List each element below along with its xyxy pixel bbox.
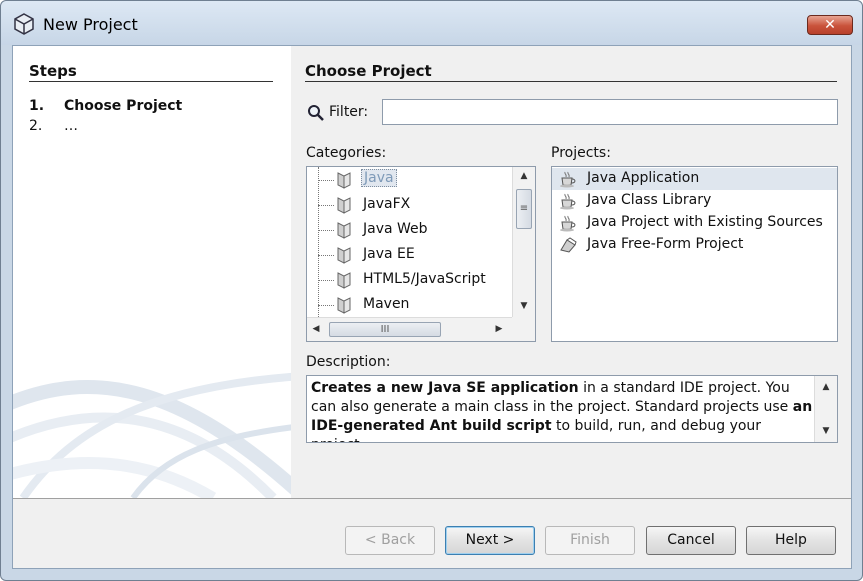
scroll-right-arrow-icon[interactable]: ▶	[490, 318, 508, 341]
section-title: Choose Project	[305, 62, 432, 80]
section-divider	[305, 81, 837, 82]
tree-branch	[318, 205, 334, 206]
filter-input[interactable]	[382, 99, 838, 125]
project-item-java-application[interactable]: Java Application	[552, 168, 837, 190]
decorative-swoosh-graphic	[13, 372, 291, 498]
category-label: Java Web	[363, 221, 428, 237]
title-bar[interactable]: New Project ✕	[1, 1, 862, 45]
category-label: HTML5/JavaScript	[363, 271, 486, 287]
category-label: JavaFX	[363, 196, 411, 212]
category-label: Maven	[363, 296, 410, 312]
folder-icon	[337, 172, 351, 189]
category-item-java-web[interactable]: Java Web	[307, 218, 512, 242]
horizontal-scroll-thumb[interactable]: III	[329, 322, 441, 337]
scroll-up-arrow-icon[interactable]: ▲	[815, 378, 837, 396]
step-number: 2.	[29, 118, 43, 134]
category-item-javafx[interactable]: JavaFX	[307, 193, 512, 217]
coffee-cup-icon	[560, 171, 576, 188]
categories-horizontal-scrollbar[interactable]: ◀ III ▶	[307, 317, 512, 341]
categories-label: Categories:	[306, 145, 387, 161]
step-label: …	[64, 118, 78, 134]
folder-icon	[337, 197, 351, 214]
project-item-java-project-existing-sources[interactable]: Java Project with Existing Sources	[552, 212, 837, 234]
steps-title: Steps	[29, 62, 77, 80]
category-item-java-ee[interactable]: Java EE	[307, 243, 512, 267]
project-label: Java Class Library	[587, 192, 712, 208]
description-box: Creates a new Java SE application in a s…	[306, 375, 838, 443]
folder-icon	[337, 272, 351, 289]
coffee-cup-icon	[560, 193, 576, 210]
description-label: Description:	[306, 354, 391, 370]
back-button[interactable]: < Back	[345, 526, 435, 555]
scroll-down-arrow-icon[interactable]: ▼	[513, 297, 535, 315]
category-label: Java EE	[363, 246, 415, 262]
category-label: Java	[361, 169, 397, 187]
category-item-maven[interactable]: Maven	[307, 293, 512, 317]
scroll-thumb[interactable]: ≡	[516, 189, 532, 229]
scroll-down-arrow-icon[interactable]: ▼	[815, 422, 837, 440]
step-label: Choose Project	[64, 98, 183, 114]
projects-label: Projects:	[551, 145, 611, 161]
scroll-up-arrow-icon[interactable]: ▲	[513, 167, 535, 185]
description-scrollbar[interactable]: ▲ ▼	[814, 376, 837, 442]
description-text: Creates a new Java SE application in a s…	[311, 379, 813, 442]
categories-vertical-scrollbar[interactable]: ▲ ≡ ▼	[512, 167, 535, 317]
steps-divider	[29, 81, 273, 82]
project-item-java-free-form-project[interactable]: Java Free-Form Project	[552, 234, 837, 256]
close-icon: ✕	[824, 17, 836, 33]
help-button[interactable]: Help	[746, 526, 836, 555]
next-button[interactable]: Next >	[445, 526, 535, 555]
project-item-java-class-library[interactable]: Java Class Library	[552, 190, 837, 212]
tree-branch	[318, 305, 334, 306]
coffee-cup-icon	[560, 215, 576, 232]
cancel-button[interactable]: Cancel	[646, 526, 736, 555]
scrollbar-corner	[512, 317, 535, 341]
projects-list[interactable]: Java Application Java Class Library Java…	[551, 166, 838, 342]
finish-button[interactable]: Finish	[545, 526, 635, 555]
folder-icon	[337, 222, 351, 239]
close-button[interactable]: ✕	[807, 15, 853, 35]
dialog-content: Steps 1. Choose Project 2. … Choose Projec…	[12, 45, 852, 569]
description-bold-part: Creates a new Java SE application	[311, 380, 579, 396]
filter-label: Filter:	[329, 104, 369, 120]
project-label: Java Application	[587, 170, 700, 186]
folder-icon	[337, 297, 351, 314]
project-label: Java Free-Form Project	[587, 236, 744, 252]
step-item-choose-project: 1. Choose Project	[29, 98, 182, 114]
folder-icon	[337, 247, 351, 264]
netbeans-cube-icon	[14, 13, 34, 35]
tree-branch	[318, 255, 334, 256]
categories-tree[interactable]: Java JavaFX Java Web Java EE HTML5/JavaS	[306, 166, 536, 342]
steps-panel: Steps 1. Choose Project 2. …	[13, 46, 291, 498]
new-project-dialog: New Project ✕ Steps 1. Choose Project 2. …	[0, 0, 863, 581]
scroll-left-arrow-icon[interactable]: ◀	[307, 318, 325, 341]
project-label: Java Project with Existing Sources	[587, 214, 823, 230]
button-bar-separator	[13, 498, 851, 499]
step-number: 1.	[29, 98, 45, 114]
tree-branch	[318, 180, 334, 181]
search-icon	[308, 105, 324, 121]
category-item-java[interactable]: Java	[307, 168, 512, 192]
category-item-html5-javascript[interactable]: HTML5/JavaScript	[307, 268, 512, 292]
window-title: New Project	[43, 15, 138, 34]
tree-branch	[318, 280, 334, 281]
free-form-project-icon	[560, 237, 577, 253]
tree-branch	[318, 230, 334, 231]
step-item-next: 2. …	[29, 118, 78, 134]
